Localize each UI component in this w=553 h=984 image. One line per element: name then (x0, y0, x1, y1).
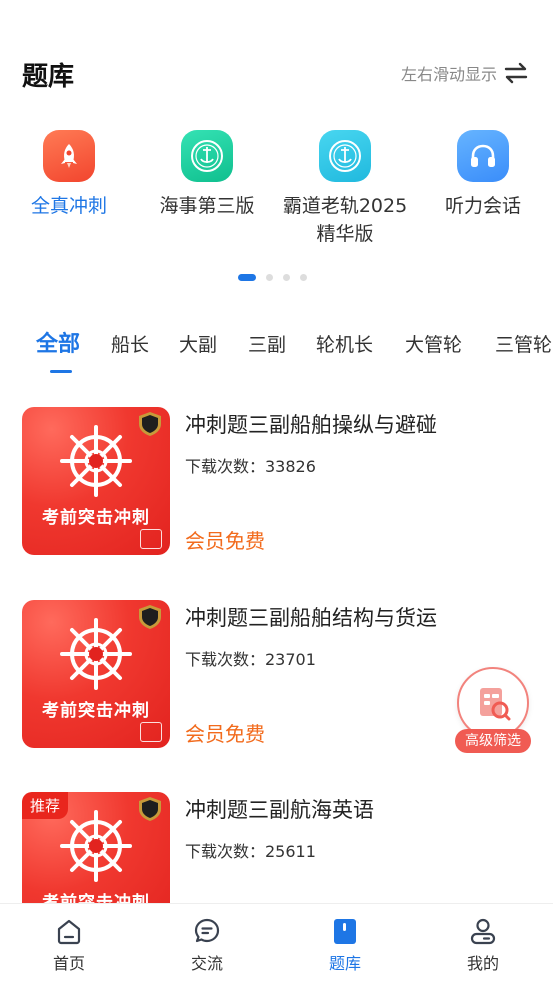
category-haishi[interactable]: 海事第三版 (138, 130, 276, 220)
nav-label: 题库 (328, 954, 361, 973)
swap-arrows-icon (504, 62, 528, 84)
active-tab-indicator (50, 370, 72, 373)
list-item[interactable]: 推荐 考前突击冲刺 冲刺题三副航海英语 下载次数：25611 (0, 792, 553, 905)
category-label-line1: 霸道老轨2025 (282, 195, 408, 217)
tab-third-mate[interactable]: 三副 (248, 330, 286, 357)
maritime-emblem-icon (181, 130, 233, 182)
recommend-shield-icon (139, 605, 161, 629)
page-title: 题库 (22, 62, 75, 92)
category-tingli[interactable]: 听力会话 (414, 130, 552, 220)
rank-tabs: 全部 船长 大副 三副 轮机长 大管轮 三管轮 (0, 326, 553, 376)
category-label-line2: 精华版 (316, 223, 374, 245)
tab-captain[interactable]: 船长 (111, 330, 149, 357)
home-icon (57, 919, 81, 945)
download-count: 下载次数：33826 (185, 457, 316, 476)
question-bank-page: 题库 左右滑动显示 全真冲刺 海事第三版 霸道老轨2025 精华版 听力会话 全… (0, 0, 553, 984)
nav-label: 首页 (52, 954, 85, 973)
category-label: 海事第三版 (159, 195, 255, 217)
member-free-label: 会员免费 (185, 529, 265, 553)
tab-second-engineer[interactable]: 大管轮 (405, 330, 462, 357)
category-label: 全真冲刺 (30, 195, 107, 217)
ship-wheel-icon (60, 618, 132, 690)
recommend-shield-icon (139, 797, 161, 821)
member-free-label: 会员免费 (185, 722, 265, 746)
advanced-filter-label: 高级筛选 (455, 729, 531, 753)
category-label: 听力会话 (444, 195, 521, 217)
tab-chief-engineer[interactable]: 轮机长 (316, 330, 373, 357)
pager-dot (300, 274, 307, 281)
tab-third-engineer[interactable]: 三管轮 (495, 330, 552, 357)
cover-image: 考前突击冲刺 (22, 600, 170, 748)
tab-all[interactable]: 全部 (36, 326, 80, 358)
rocket-icon (43, 130, 95, 182)
tab-chief-mate[interactable]: 大副 (179, 330, 217, 357)
item-title: 冲刺题三副船舶操纵与避碰 (185, 413, 437, 437)
item-title: 冲刺题三副船舶结构与货运 (185, 606, 437, 630)
nav-profile[interactable]: 我的 (414, 916, 552, 974)
nav-question-bank[interactable]: 题库 (276, 916, 414, 974)
carousel-pager (238, 274, 307, 281)
cover-banner: 考前突击冲刺 (42, 508, 150, 528)
nav-label: 交流 (190, 954, 223, 973)
nav-label: 我的 (466, 954, 499, 973)
headphones-icon (457, 130, 509, 182)
list-item[interactable]: 考前突击冲刺 冲刺题三副船舶操纵与避碰 下载次数：33826 会员免费 (0, 407, 553, 557)
pager-dot (283, 274, 290, 281)
recommend-shield-icon (139, 412, 161, 436)
item-title: 冲刺题三副航海英语 (185, 798, 374, 822)
download-count: 下载次数：25611 (185, 842, 316, 861)
category-badao[interactable]: 霸道老轨2025 精华版 (276, 130, 414, 248)
maritime-emblem-icon (319, 130, 371, 182)
swipe-hint-text: 左右滑动显示 (400, 65, 497, 84)
publisher-stamp (140, 722, 162, 742)
nav-chat[interactable]: 交流 (138, 916, 276, 974)
pager-dot (266, 274, 273, 281)
publisher-stamp (140, 529, 162, 549)
chat-icon (194, 918, 220, 943)
category-quanzhen[interactable]: 全真冲刺 (0, 130, 138, 220)
book-icon (334, 919, 356, 944)
profile-icon (470, 918, 496, 945)
ship-wheel-icon (60, 425, 132, 497)
header: 题库 左右滑动显示 (0, 0, 553, 110)
download-count: 下载次数：23701 (185, 650, 316, 669)
nav-home[interactable]: 首页 (0, 916, 138, 974)
cover-image: 考前突击冲刺 (22, 407, 170, 555)
cover-banner: 考前突击冲刺 (42, 701, 150, 721)
bottom-nav: 首页 交流 题库 我的 (0, 903, 553, 984)
advanced-filter-button[interactable]: 高级筛选 (455, 667, 531, 753)
ship-wheel-icon (60, 810, 132, 882)
question-bank-list: 考前突击冲刺 冲刺题三副船舶操纵与避碰 下载次数：33826 会员免费 考前突击… (0, 405, 553, 905)
recommend-tag: 推荐 (22, 792, 69, 819)
category-carousel: 全真冲刺 海事第三版 霸道老轨2025 精华版 听力会话 (0, 130, 553, 260)
swipe-hint[interactable]: 左右滑动显示 (401, 60, 529, 86)
pager-dot-active (238, 274, 256, 281)
